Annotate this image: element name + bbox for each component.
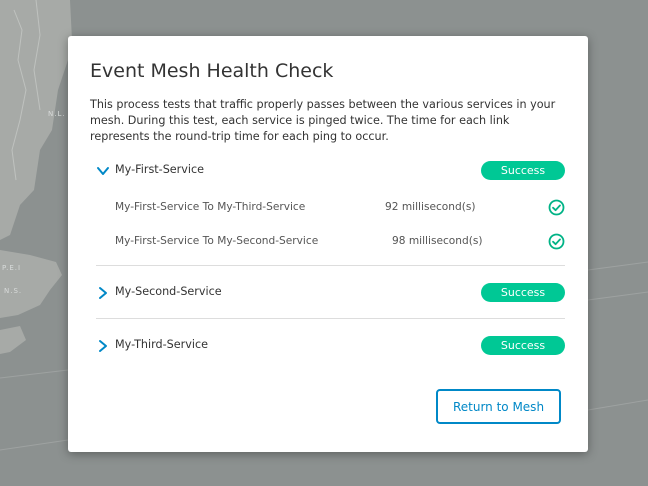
service-name: My-First-Service: [115, 163, 205, 176]
health-check-dialog: Event Mesh Health Check This process tes…: [68, 36, 588, 452]
dialog-description: This process tests that traffic properly…: [90, 98, 556, 143]
service-header-first[interactable]: My-First-Service Success: [96, 161, 566, 181]
divider: [96, 265, 565, 266]
map-label: N.L.: [48, 110, 66, 118]
status-badge: Success: [481, 283, 565, 302]
link-row: My-First-Service To My-Second-Service 98…: [115, 233, 565, 251]
link-row: My-First-Service To My-Third-Service 92 …: [115, 199, 565, 217]
service-header-second[interactable]: My-Second-Service Success: [96, 283, 566, 303]
map-label: P.E.I: [2, 264, 22, 272]
link-time: 98 millisecond(s): [392, 235, 483, 247]
status-badge: Success: [481, 161, 565, 180]
divider: [96, 318, 565, 319]
check-circle-icon: [548, 233, 565, 250]
service-name: My-Third-Service: [115, 338, 209, 351]
map-label: N.S.: [4, 287, 23, 295]
link-time: 92 millisecond(s): [385, 201, 476, 213]
chevron-down-icon[interactable]: [96, 164, 110, 178]
status-badge: Success: [481, 336, 565, 355]
link-name: My-First-Service To My-Third-Service: [115, 201, 306, 213]
check-circle-icon: [548, 199, 565, 216]
service-name: My-Second-Service: [115, 285, 222, 298]
service-header-third[interactable]: My-Third-Service Success: [96, 336, 566, 356]
chevron-right-icon[interactable]: [96, 286, 110, 300]
dialog-title: Event Mesh Health Check: [90, 60, 334, 82]
link-name: My-First-Service To My-Second-Service: [115, 235, 319, 247]
chevron-right-icon[interactable]: [96, 339, 110, 353]
return-to-mesh-button[interactable]: Return to Mesh: [436, 389, 561, 424]
